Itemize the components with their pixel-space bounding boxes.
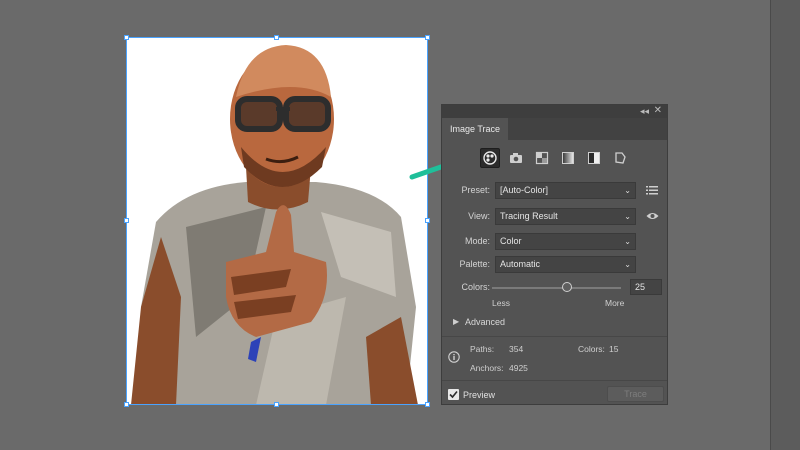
selection-bounding-box[interactable]	[126, 37, 428, 405]
palette-value: Automatic	[500, 259, 541, 269]
auto-color-button[interactable]	[480, 148, 500, 168]
preset-menu-icon[interactable]	[646, 184, 658, 196]
right-panel-strip	[770, 0, 800, 450]
view-value: Tracing Result	[500, 211, 558, 221]
palette-select[interactable]: Automatic ⌄	[495, 256, 636, 273]
colors-stat-value: 15	[609, 344, 619, 354]
preset-label: Preset:	[461, 185, 490, 195]
selection-handle[interactable]	[274, 35, 279, 40]
divider	[442, 336, 667, 337]
mode-row: Mode: Color ⌄	[442, 233, 667, 251]
palette-label: Palette:	[459, 259, 490, 269]
low-fidelity-photo-button[interactable]	[532, 148, 552, 168]
close-panel-icon[interactable]: ✕	[654, 105, 662, 116]
advanced-row[interactable]: ▶ Advanced	[442, 315, 667, 333]
slider-min-label: Less	[492, 298, 510, 308]
selection-handle[interactable]	[274, 402, 279, 407]
colors-row: Colors: 25 Less More	[442, 279, 667, 311]
preview-checkbox[interactable]	[448, 389, 459, 400]
outline-icon	[615, 152, 626, 164]
anchors-label: Anchors:	[470, 363, 504, 373]
chevron-down-icon: ⌄	[624, 260, 631, 269]
colors-label: Colors:	[461, 282, 490, 292]
advanced-label[interactable]: Advanced	[465, 317, 505, 327]
selection-handle[interactable]	[425, 402, 430, 407]
auto-color-icon	[483, 151, 497, 165]
palette-row: Palette: Automatic ⌄	[442, 256, 667, 274]
eye-icon[interactable]	[646, 210, 659, 222]
anchors-value: 4925	[509, 363, 528, 373]
preset-select[interactable]: [Auto-Color] ⌄	[495, 182, 636, 199]
slider-max-label: More	[605, 298, 625, 308]
paths-value: 354	[509, 344, 524, 354]
mode-select[interactable]: Color ⌄	[495, 233, 636, 250]
grayscale-button[interactable]	[558, 148, 578, 168]
mode-label: Mode:	[464, 236, 490, 246]
trace-button[interactable]: Trace	[607, 386, 664, 402]
selection-handle[interactable]	[425, 218, 430, 223]
info-icon	[448, 351, 460, 363]
selection-handle[interactable]	[124, 402, 129, 407]
tab-image-trace[interactable]: Image Trace	[442, 118, 509, 140]
selection-handle[interactable]	[124, 35, 129, 40]
image-trace-panel: ◂◂ ✕ Image Trace Preset: [Auto-Color] ⌄ …	[441, 104, 668, 405]
chevron-down-icon: ⌄	[624, 212, 631, 221]
preset-value: [Auto-Color]	[500, 185, 549, 195]
low-fidelity-photo-icon	[535, 151, 549, 165]
grayscale-icon	[562, 152, 574, 164]
divider	[442, 380, 667, 381]
colors-slider-track[interactable]	[492, 287, 621, 289]
colors-slider-thumb[interactable]	[561, 282, 572, 292]
outline-button[interactable]	[610, 148, 630, 168]
panel-title-bar[interactable]: ◂◂ ✕	[442, 105, 667, 118]
colors-value-field[interactable]: 25	[630, 279, 662, 295]
high-fidelity-photo-button[interactable]	[506, 148, 526, 168]
colors-stat-label: Colors:	[578, 344, 605, 354]
collapse-panel-icon[interactable]: ◂◂	[640, 106, 649, 117]
black-and-white-button[interactable]	[584, 148, 604, 168]
panel-tab-bar: Image Trace	[442, 118, 667, 140]
view-row: View: Tracing Result ⌄	[442, 208, 667, 226]
selection-handle[interactable]	[425, 35, 430, 40]
black-and-white-icon	[588, 152, 600, 164]
high-fidelity-photo-icon	[510, 153, 522, 163]
paths-label: Paths:	[470, 344, 495, 354]
view-select[interactable]: Tracing Result ⌄	[495, 208, 636, 225]
view-label: View:	[468, 211, 490, 221]
chevron-down-icon: ⌄	[624, 237, 631, 246]
checkmark-icon	[449, 390, 458, 399]
mode-value: Color	[500, 236, 522, 246]
chevron-right-icon[interactable]: ▶	[453, 317, 459, 326]
preset-row: Preset: [Auto-Color] ⌄	[442, 182, 667, 200]
chevron-down-icon: ⌄	[624, 186, 631, 195]
selection-handle[interactable]	[124, 218, 129, 223]
preview-label[interactable]: Preview	[463, 390, 495, 400]
